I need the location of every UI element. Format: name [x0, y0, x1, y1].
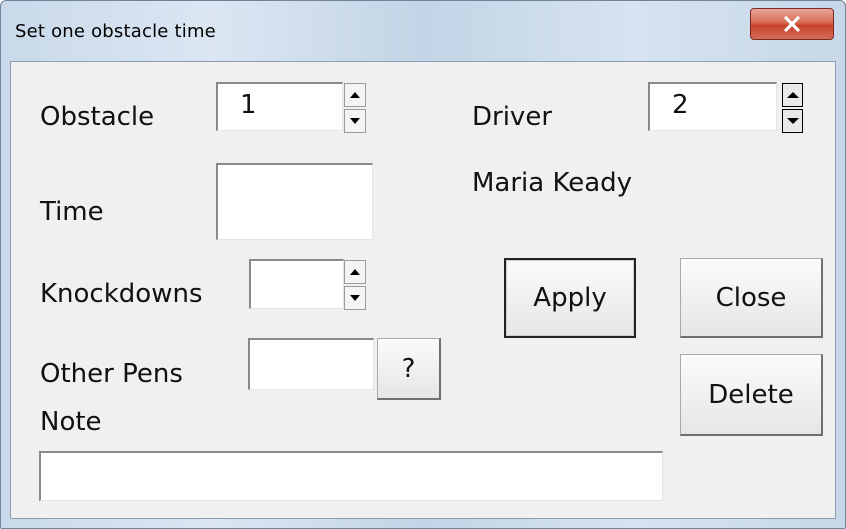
arrow-down-icon — [350, 118, 360, 124]
knockdowns-label: Knockdowns — [40, 279, 203, 309]
title-bar[interactable]: Set one obstacle time — [1, 1, 845, 61]
close-icon — [784, 16, 800, 32]
arrow-up-icon — [350, 269, 360, 275]
note-input[interactable] — [39, 451, 663, 501]
obstacle-spin-down-button[interactable] — [344, 109, 366, 133]
driver-label: Driver — [472, 102, 553, 132]
other-pens-help-button[interactable]: ? — [377, 338, 441, 400]
driver-spin-down-button[interactable] — [782, 109, 803, 133]
knockdowns-input[interactable] — [249, 259, 344, 309]
window-close-button[interactable] — [750, 8, 834, 40]
obstacle-label: Obstacle — [40, 102, 155, 132]
delete-button[interactable]: Delete — [680, 354, 823, 436]
arrow-up-icon — [350, 92, 360, 98]
obstacle-spinner[interactable] — [344, 83, 366, 133]
window-title: Set one obstacle time — [15, 21, 216, 42]
knockdowns-spin-up-button[interactable] — [344, 260, 366, 284]
dialog-body: Obstacle 1 Driver 2 Maria Keady Time Kno… — [10, 61, 836, 519]
obstacle-spin-up-button[interactable] — [344, 83, 366, 107]
arrow-up-icon — [786, 92, 799, 98]
dialog-window: Set one obstacle time Obstacle 1 Driver … — [0, 0, 846, 529]
note-label: Note — [40, 407, 102, 437]
driver-spinner[interactable] — [782, 83, 803, 133]
driver-input[interactable]: 2 — [648, 82, 777, 131]
other-pens-input[interactable] — [248, 338, 374, 390]
knockdowns-spin-down-button[interactable] — [344, 286, 366, 310]
arrow-down-icon — [350, 295, 360, 301]
time-label: Time — [40, 197, 104, 227]
driver-spin-up-button[interactable] — [782, 83, 803, 107]
arrow-down-icon — [786, 118, 799, 124]
apply-button[interactable]: Apply — [504, 258, 636, 338]
other-pens-label: Other Pens — [40, 359, 183, 389]
obstacle-input[interactable]: 1 — [216, 82, 343, 131]
close-button[interactable]: Close — [680, 258, 823, 338]
driver-name: Maria Keady — [472, 168, 633, 198]
knockdowns-spinner[interactable] — [344, 260, 366, 310]
time-input[interactable] — [216, 163, 373, 240]
